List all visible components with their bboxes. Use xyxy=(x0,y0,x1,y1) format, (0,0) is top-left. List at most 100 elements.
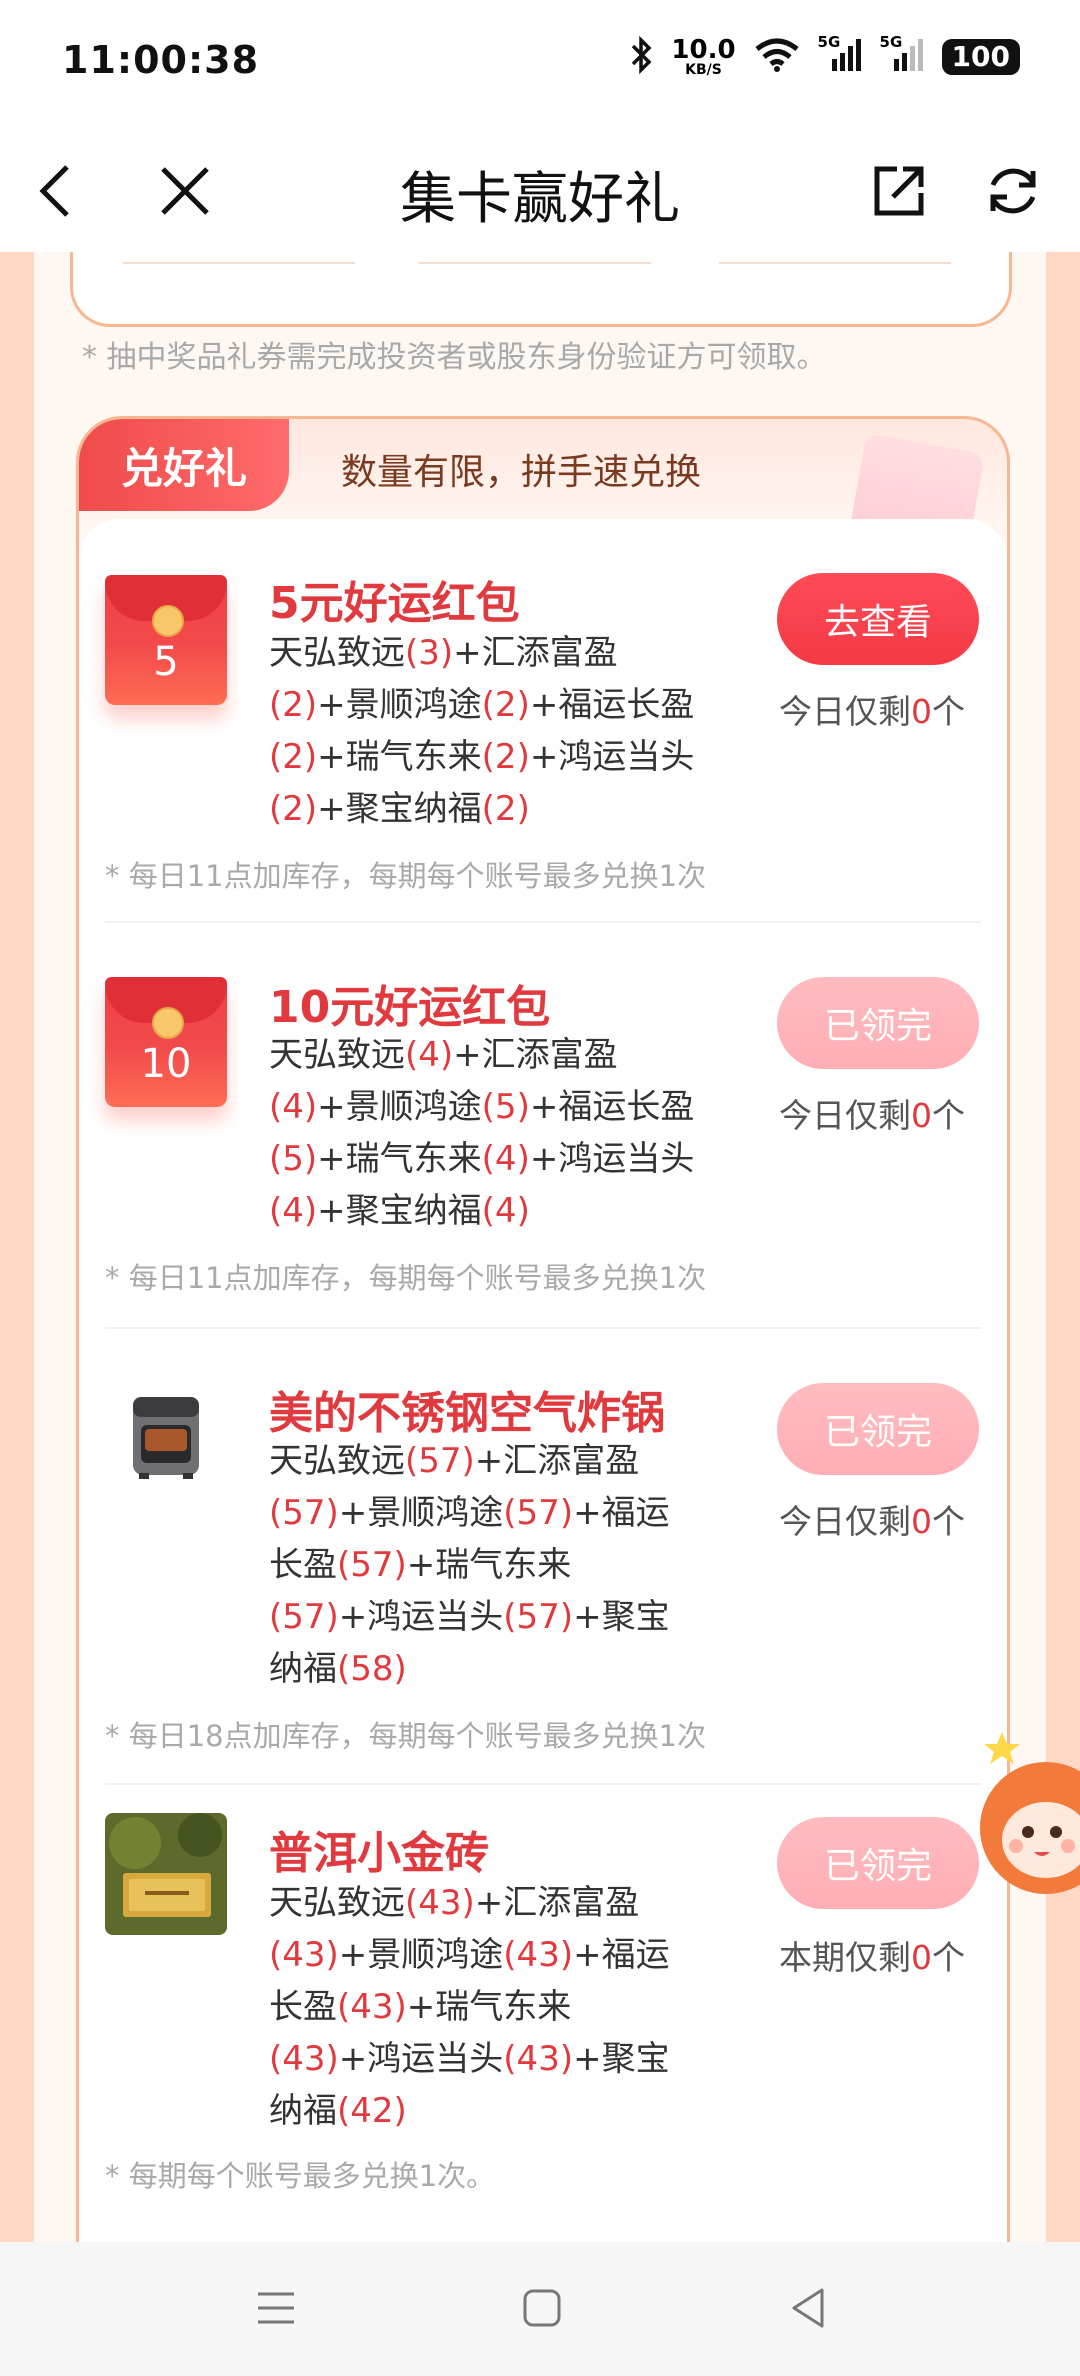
exchange-subtitle: 数量有限，拼手速兑换 xyxy=(341,452,702,493)
card-count: (57) xyxy=(405,1441,475,1481)
card-count: (43) xyxy=(503,2039,574,2079)
item-title: 美的不锈钢空气炸锅 xyxy=(269,1388,665,1439)
envelope-amount: 5 xyxy=(153,639,179,685)
card-count: (42) xyxy=(337,2091,407,2131)
status-time: 11:00:38 xyxy=(62,38,260,82)
card-name: +汇添富盈 xyxy=(453,633,618,673)
card-name: +汇添富盈 xyxy=(474,1441,640,1481)
card-count: (2) xyxy=(481,789,530,829)
card-count: (43) xyxy=(269,2039,339,2079)
claimed-out-button[interactable]: 已领完 xyxy=(777,1383,979,1475)
card-count: (58) xyxy=(337,1649,407,1689)
refresh-icon[interactable] xyxy=(978,156,1048,226)
card-count: (4) xyxy=(405,1035,454,1075)
card-name: 天弘致远 xyxy=(269,1883,405,1923)
exchange-card: 兑好礼 数量有限，拼手速兑换 5 5元好运红包 天弘致远(3)+汇添富盈(2)+… xyxy=(76,416,1010,2242)
card-collection-bottom xyxy=(70,252,1012,327)
exchange-item: 5 5元好运红包 天弘致远(3)+汇添富盈(2)+景顺鸿途(2)+福运长盈(2)… xyxy=(79,519,1007,925)
card-count: (5) xyxy=(269,1139,318,1179)
view-button[interactable]: 去查看 xyxy=(777,573,979,665)
card-count: (4) xyxy=(481,1191,530,1231)
remain-prefix: 本期仅剩 xyxy=(779,1938,911,1977)
verify-note: * 抽中奖品礼券需完成投资者或股东身份验证方可领取。 xyxy=(82,340,827,375)
card-slot-line xyxy=(719,262,951,264)
red-envelope-icon: 10 xyxy=(105,977,227,1107)
remaining-count: 本期仅剩0个 xyxy=(779,1931,965,1979)
card-count: (43) xyxy=(269,1935,339,1975)
item-requirements: 天弘致远(3)+汇添富盈(2)+景顺鸿途(2)+福运长盈(2)+瑞气东来(2)+… xyxy=(269,627,699,835)
item-requirements: 天弘致远(4)+汇添富盈(4)+景顺鸿途(5)+福运长盈(5)+瑞气东来(4)+… xyxy=(269,1029,699,1237)
card-count: (2) xyxy=(269,737,318,777)
remain-number: 0 xyxy=(911,692,932,731)
exchange-list: 5 5元好运红包 天弘致远(3)+汇添富盈(2)+景顺鸿途(2)+福运长盈(2)… xyxy=(79,519,1007,2242)
red-envelope-icon: 5 xyxy=(105,575,227,705)
card-name: +景顺鸿途 xyxy=(317,1087,482,1127)
status-icons: 10.0 KB/S 5G 5G 100 xyxy=(629,33,1020,78)
card-name: +鸿运当头 xyxy=(529,737,695,777)
card-slot-line xyxy=(123,262,355,264)
card-name: +鸿运当头 xyxy=(529,1139,695,1179)
remain-number: 0 xyxy=(911,1502,932,1541)
remain-suffix: 个 xyxy=(932,1938,965,1977)
remain-prefix: 今日仅剩 xyxy=(779,1502,911,1541)
remain-number: 0 xyxy=(911,1938,932,1977)
signal1-label: 5G xyxy=(817,33,841,51)
card-name: 天弘致远 xyxy=(269,1441,405,1481)
remain-number: 0 xyxy=(911,1096,932,1135)
remain-suffix: 个 xyxy=(932,692,965,731)
item-title: 10元好运红包 xyxy=(269,982,551,1033)
card-name: +瑞气东来 xyxy=(317,737,482,777)
card-name: +福运长盈 xyxy=(529,1087,695,1127)
mascot-floating-icon[interactable] xyxy=(976,1728,1080,1896)
nav-bar: 集卡赢好礼 xyxy=(0,126,1080,252)
card-count: (43) xyxy=(503,1935,574,1975)
exchange-item: 普洱小金砖 天弘致远(43)+汇添富盈(43)+景顺鸿途(43)+福运长盈(43… xyxy=(79,1785,1007,2242)
card-count: (2) xyxy=(481,737,530,777)
remaining-count: 今日仅剩0个 xyxy=(779,1089,965,1137)
back-nav-icon[interactable] xyxy=(788,2286,828,2334)
exchange-header: 兑好礼 数量有限，拼手速兑换 xyxy=(79,419,1007,553)
remain-suffix: 个 xyxy=(932,1096,965,1135)
card-name: +福运长盈 xyxy=(529,685,695,725)
item-note: * 每日18点加库存，每期每个账号最多兑换1次 xyxy=(105,1719,707,1753)
system-nav-bar xyxy=(0,2242,1080,2376)
status-bar: 11:00:38 10.0 KB/S 5G 5G 100 xyxy=(0,0,1080,126)
card-count: (57) xyxy=(503,1597,574,1637)
item-requirements: 天弘致远(57)+汇添富盈(57)+景顺鸿途(57)+福运长盈(57)+瑞气东来… xyxy=(269,1435,699,1695)
card-count: (57) xyxy=(269,1493,339,1533)
air-fryer-image xyxy=(105,1373,227,1495)
item-note: * 每日11点加库存，每期每个账号最多兑换1次 xyxy=(105,859,707,893)
envelope-amount: 10 xyxy=(140,1041,192,1087)
home-icon[interactable] xyxy=(522,2288,562,2332)
item-note: * 每期每个账号最多兑换1次。 xyxy=(105,2159,496,2193)
claimed-out-button[interactable]: 已领完 xyxy=(777,1817,979,1909)
net-speed-unit: KB/S xyxy=(685,62,722,78)
card-name: 天弘致远 xyxy=(269,633,405,673)
card-name: +鸿运当头 xyxy=(338,1597,504,1637)
card-count: (43) xyxy=(405,1883,475,1923)
exchange-item: 美的不锈钢空气炸锅 天弘致远(57)+汇添富盈(57)+景顺鸿途(57)+福运长… xyxy=(79,1329,1007,1785)
remain-prefix: 今日仅剩 xyxy=(779,692,911,731)
card-count: (4) xyxy=(269,1087,318,1127)
card-count: (3) xyxy=(405,633,454,673)
signal2-label: 5G xyxy=(879,33,903,51)
card-count: (5) xyxy=(481,1087,530,1127)
card-name: +汇添富盈 xyxy=(453,1035,618,1075)
card-name: +聚宝纳福 xyxy=(317,1191,482,1231)
cellular-signal-icon-2: 5G xyxy=(880,33,924,77)
wifi-icon xyxy=(754,37,800,77)
card-count: (2) xyxy=(269,789,318,829)
bluetooth-icon xyxy=(629,35,653,78)
card-count: (4) xyxy=(481,1139,530,1179)
menu-icon[interactable] xyxy=(256,2288,296,2332)
item-note: * 每日11点加库存，每期每个账号最多兑换1次 xyxy=(105,1261,707,1295)
net-speed: 10.0 KB/S xyxy=(671,37,735,77)
card-count: (2) xyxy=(269,685,318,725)
net-speed-value: 10.0 xyxy=(671,35,736,65)
remain-suffix: 个 xyxy=(932,1502,965,1541)
card-count: (57) xyxy=(269,1597,339,1637)
claimed-out-button[interactable]: 已领完 xyxy=(777,977,979,1069)
share-icon[interactable] xyxy=(864,156,934,226)
card-count: (43) xyxy=(337,1987,407,2027)
battery-indicator: 100 xyxy=(941,39,1020,75)
